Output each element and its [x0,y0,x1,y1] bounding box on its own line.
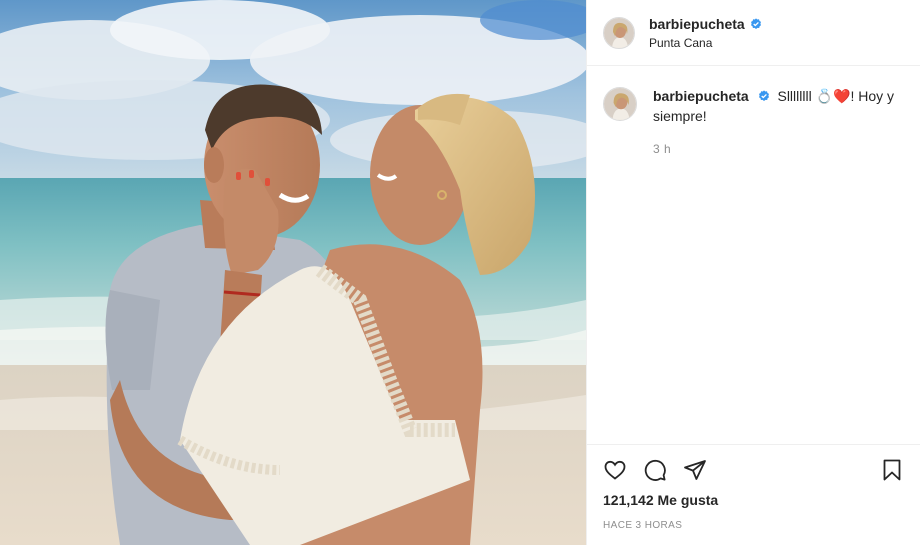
caption-username[interactable]: barbiepucheta [653,88,749,104]
verified-badge-icon [750,17,761,29]
heart-icon[interactable] [603,458,627,482]
username-text[interactable]: barbiepucheta [649,16,745,32]
header-username[interactable]: barbiepucheta [649,16,762,32]
caption-text: barbiepucheta Sllllllll 💍❤️! Hoy y siemp… [653,86,903,126]
verified-badge-icon [758,90,769,101]
header-text: barbiepucheta Punta Cana [649,16,762,50]
caption-body: barbiepucheta Sllllllll 💍❤️! Hoy y siemp… [653,86,903,156]
post-footer: 121,142 Me gusta HACE 3 HORAS [587,444,920,531]
post-header: barbiepucheta Punta Cana [587,0,920,66]
avatar[interactable] [603,16,635,49]
post-date[interactable]: HACE 3 HORAS [603,520,904,531]
caption-avatar[interactable] [603,87,637,121]
likes-count[interactable]: 121,142 Me gusta [603,492,904,508]
post-sidebar: barbiepucheta Punta Cana barbiepucheta S… [586,0,920,545]
bookmark-icon[interactable] [880,458,904,482]
comment-bubble-icon[interactable] [643,458,667,482]
caption-comment: barbiepucheta Sllllllll 💍❤️! Hoy y siemp… [587,66,920,156]
couple-beach-image [0,0,586,545]
location-link[interactable]: Punta Cana [649,36,762,50]
caption-time[interactable]: 3 h [653,142,903,156]
paper-plane-icon[interactable] [683,458,707,482]
post-photo[interactable] [0,0,586,545]
instagram-post: barbiepucheta Punta Cana barbiepucheta S… [0,0,920,545]
action-bar [603,445,904,495]
